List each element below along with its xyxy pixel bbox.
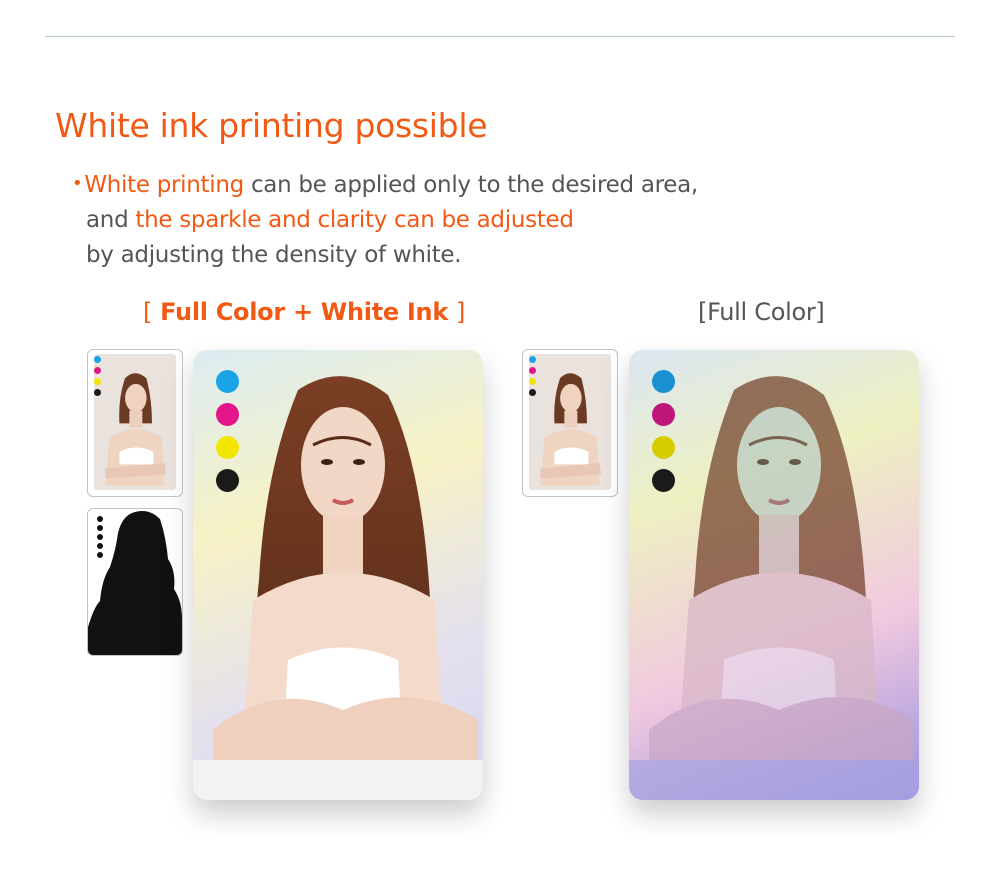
bracket-open: [ <box>698 298 708 326</box>
magenta-dot-icon <box>94 367 101 374</box>
yellow-dot-icon <box>652 436 675 459</box>
mini-portrait-image <box>529 354 611 490</box>
description-line-1: •White printing can be applied only to t… <box>72 166 698 203</box>
black-dot-icon <box>529 389 536 396</box>
bullet-icon: • <box>72 173 83 194</box>
color-layer-thumbnail-right <box>522 349 618 497</box>
label-full-color-white-ink: [ Full Color + White Ink ] <box>143 298 465 326</box>
black-dot-icon <box>94 389 101 396</box>
description-line-3: by adjusting the density of white. <box>86 242 462 268</box>
full-color-print-card <box>629 350 919 800</box>
top-divider <box>45 36 955 37</box>
magenta-dot-icon <box>216 403 239 426</box>
highlight-sparkle: the sparkle and clarity can be adjusted <box>135 207 574 233</box>
cyan-dot-icon <box>652 370 675 393</box>
mini-cmyk-dots <box>529 356 537 400</box>
white-ink-print-card <box>193 350 483 800</box>
description-text-1: can be applied only to the desired area, <box>243 172 698 198</box>
bracket-open: [ <box>143 298 153 326</box>
label-text: Full Color + White Ink <box>160 298 448 326</box>
label-full-color: [Full Color] <box>698 298 825 326</box>
magenta-dot-icon <box>652 403 675 426</box>
cyan-dot-icon <box>216 370 239 393</box>
description-line-2: and the sparkle and clarity can be adjus… <box>72 203 698 238</box>
description-text-2: and <box>86 207 136 233</box>
silhouette-mask-image <box>88 511 182 655</box>
cyan-dot-icon <box>94 356 101 363</box>
black-dot-icon <box>216 469 239 492</box>
black-dot-icon <box>652 469 675 492</box>
white-ink-mask-thumbnail <box>87 508 183 656</box>
bracket-close: ] <box>456 298 466 326</box>
yellow-dot-icon <box>529 378 536 385</box>
yellow-dot-icon <box>94 378 101 385</box>
section-title: White ink printing possible <box>55 106 488 145</box>
bracket-close: ] <box>815 298 825 326</box>
mini-cmyk-dots <box>94 356 102 400</box>
label-text: Full Color <box>707 298 816 326</box>
color-layer-thumbnail <box>87 349 183 497</box>
highlight-white-printing: White printing <box>84 172 244 198</box>
cmyk-dots <box>652 370 676 502</box>
cmyk-dots <box>216 370 240 502</box>
cyan-dot-icon <box>529 356 536 363</box>
description: •White printing can be applied only to t… <box>72 166 698 273</box>
yellow-dot-icon <box>216 436 239 459</box>
magenta-dot-icon <box>529 367 536 374</box>
mini-portrait-image <box>94 354 176 490</box>
